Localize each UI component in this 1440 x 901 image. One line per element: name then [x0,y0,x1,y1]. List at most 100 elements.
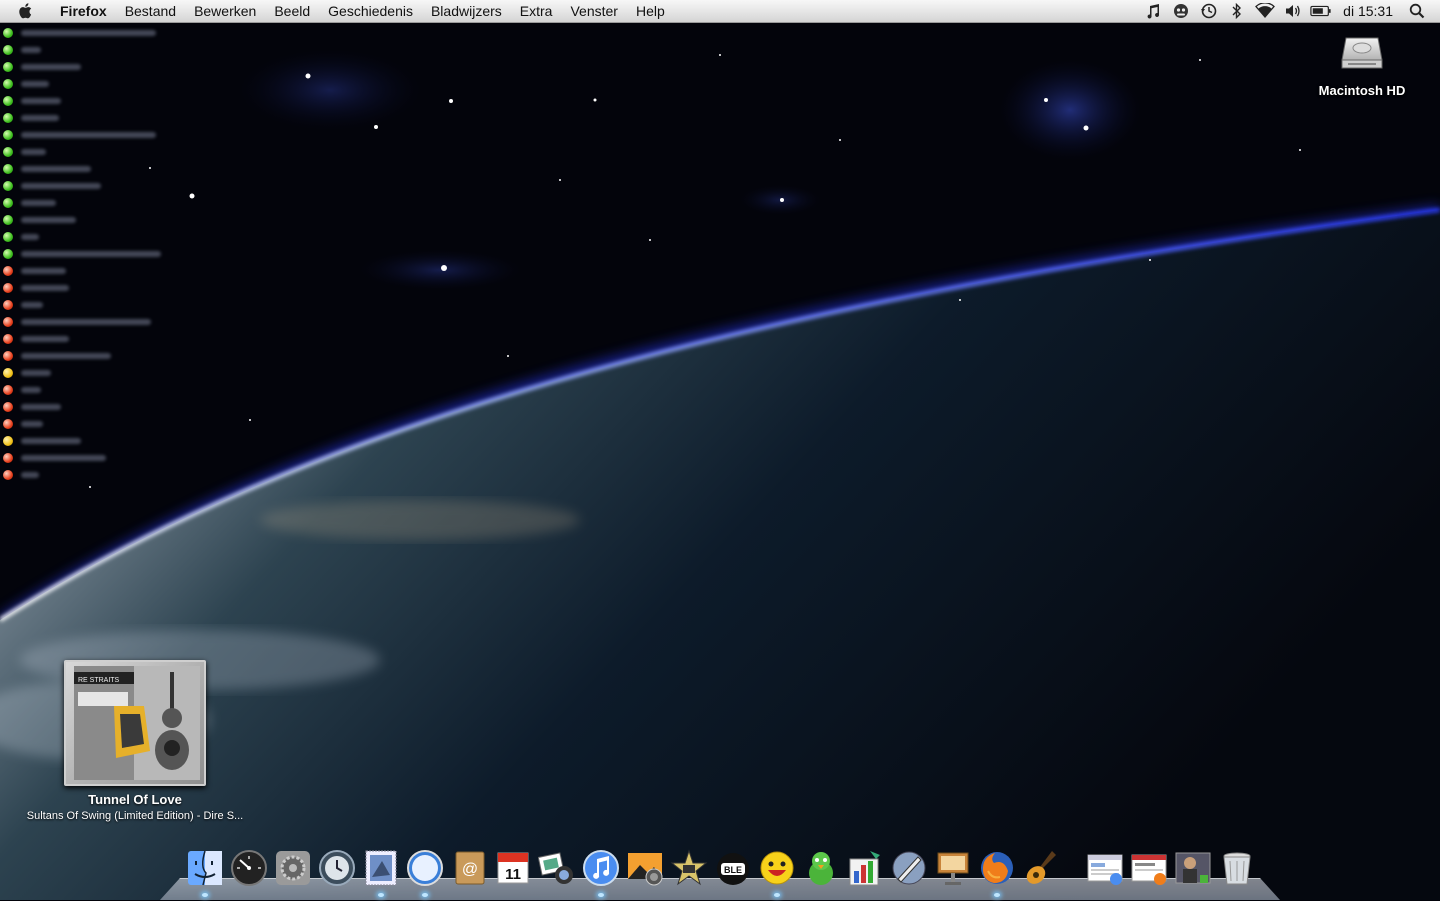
menu-clock[interactable]: di 15:31 [1335,3,1403,19]
adium-icon[interactable] [799,843,843,887]
buddy-list-item[interactable] [3,109,163,126]
buddy-name-redacted [21,471,39,478]
macintosh-hd-disk[interactable]: Macintosh HD [1312,30,1412,98]
trash-icon[interactable] [1215,843,1259,887]
imovie-icon[interactable] [667,843,711,887]
status-online-icon [3,163,13,174]
mail-stamp-icon[interactable] [359,843,403,897]
battery-icon[interactable] [1310,0,1332,22]
buddy-name-redacted [21,80,49,87]
buddy-name-redacted [21,199,56,206]
buddy-list-item[interactable] [3,245,163,262]
dashboard-icon[interactable] [227,843,271,887]
iphoto-icon[interactable] [535,843,579,887]
buddy-list-item[interactable] [3,262,163,279]
status-online-icon [3,61,13,72]
garageband-icon[interactable] [1019,843,1063,887]
buddy-list-item[interactable] [3,313,163,330]
menu-venster[interactable]: Venster [561,0,626,22]
buddy-list-item[interactable] [3,279,163,296]
buddy-list-item[interactable] [3,228,163,245]
bible-icon[interactable]: BLE [711,843,755,887]
now-playing-widget[interactable]: RE STRAITS Tunnel Of Love Sultans Of Swi… [10,660,260,822]
buddy-name-redacted [21,301,43,308]
spotlight-icon[interactable] [1406,0,1428,22]
buddy-list-item[interactable] [3,449,163,466]
menu-bewerken[interactable]: Bewerken [185,0,265,22]
buddy-name-redacted [21,352,111,359]
buddy-list-item[interactable] [3,398,163,415]
buddy-name-redacted [21,63,81,70]
buddy-list-item[interactable] [3,126,163,143]
wifi-icon[interactable] [1254,0,1276,22]
status-online-icon [3,248,13,259]
status-online-icon [3,44,13,55]
buddy-list-item[interactable] [3,177,163,194]
buddy-list-item[interactable] [3,58,163,75]
stack-downloads-icon[interactable] [1083,843,1127,887]
svg-text:BLE: BLE [724,865,742,875]
running-indicator [774,893,780,897]
address-book-icon[interactable]: @ [447,843,491,887]
buddy-list-item[interactable] [3,41,163,58]
buddy-list-item[interactable] [3,75,163,92]
itunes-icon[interactable] [579,843,623,897]
firefox-icon[interactable] [975,843,1019,897]
buddy-list [3,24,163,483]
chart-app-icon[interactable] [843,843,887,887]
buddy-name-redacted [21,233,39,240]
buddy-list-item[interactable] [3,92,163,109]
buddy-list-item[interactable] [3,194,163,211]
script-editor-icon[interactable] [887,843,931,887]
status-online-icon [3,95,13,106]
stack-browser-icon[interactable] [1127,843,1171,887]
finder-icon[interactable] [183,843,227,897]
buddy-list-item[interactable] [3,143,163,160]
menu-geschiedenis[interactable]: Geschiedenis [319,0,422,22]
buddy-list-item[interactable] [3,432,163,449]
status-offline-icon [3,333,13,344]
buddy-list-item[interactable] [3,381,163,398]
keynote-icon[interactable] [931,843,975,887]
buddy-list-item[interactable] [3,330,163,347]
menu-help[interactable]: Help [627,0,674,22]
volume-icon[interactable] [1282,0,1304,22]
skype-icon[interactable] [1170,0,1192,22]
buddy-name-redacted [21,131,156,138]
buddy-name-redacted [21,420,43,427]
menu-beeld[interactable]: Beeld [265,0,319,22]
buddy-list-item[interactable] [3,466,163,483]
yahoo-messenger-icon[interactable] [755,843,799,897]
system-preferences-icon[interactable] [271,843,315,887]
hard-disk-icon [1341,37,1383,69]
status-offline-icon [3,401,13,412]
album-cover: RE STRAITS [64,660,206,786]
menu-extra[interactable]: Extra [511,0,562,22]
time-machine-icon[interactable] [1198,0,1220,22]
buddy-list-item[interactable] [3,364,163,381]
user-folder-icon[interactable] [1171,843,1215,887]
now-playing-album: Sultans Of Swing (Limited Edition) - Dir… [26,810,244,822]
buddy-name-redacted [21,97,61,104]
buddy-list-item[interactable] [3,296,163,313]
buddy-list-item[interactable] [3,160,163,177]
album-cover-text: RE STRAITS [78,677,120,684]
menu-app-name[interactable]: Firefox [48,0,116,22]
menu-bestand[interactable]: Bestand [116,0,185,22]
menu-bladwijzers[interactable]: Bladwijzers [422,0,511,22]
bluetooth-icon[interactable] [1226,0,1248,22]
safari-icon[interactable] [403,843,447,897]
buddy-name-redacted [21,318,151,325]
apple-menu-icon[interactable] [18,2,36,20]
buddy-list-item[interactable] [3,211,163,228]
buddy-list-item[interactable] [3,415,163,432]
buddy-list-item[interactable] [3,347,163,364]
buddy-list-item[interactable] [3,24,163,41]
status-online-icon [3,197,13,208]
image-capture-icon[interactable] [623,843,667,887]
time-machine-dock-icon[interactable] [315,843,359,887]
buddy-name-redacted [21,29,156,36]
itunes-note-icon[interactable] [1142,0,1164,22]
status-offline-icon [3,265,13,276]
ical-icon[interactable]: 11 [491,843,535,887]
